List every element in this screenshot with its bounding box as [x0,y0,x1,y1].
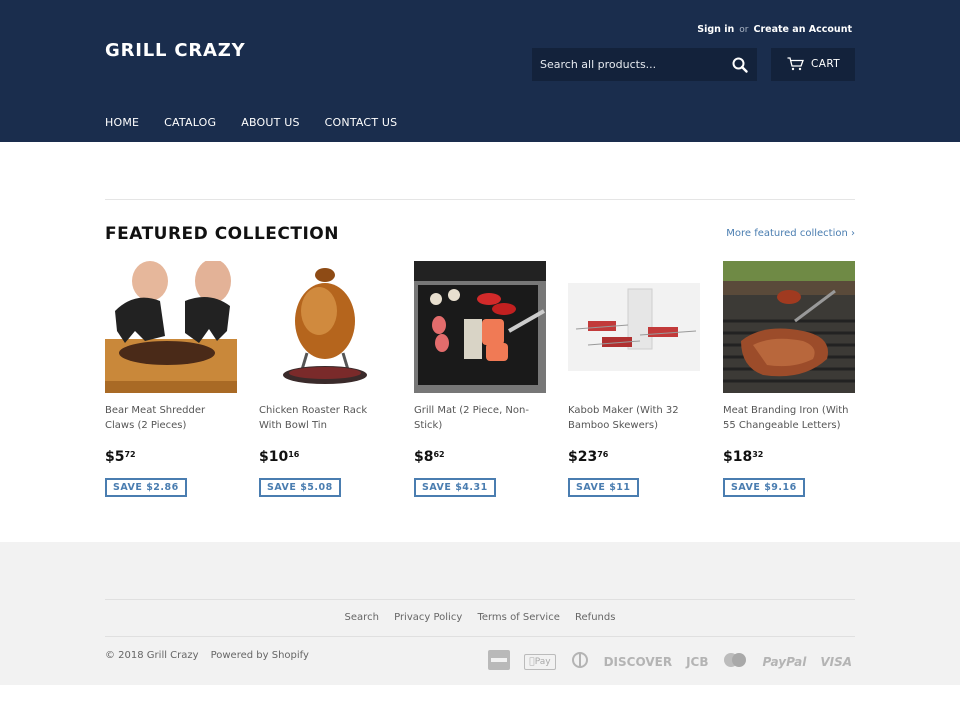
section-divider [105,199,855,200]
save-badge: SAVE $4.31 [414,478,496,497]
footer-link-search[interactable]: Search [345,612,379,623]
main-nav: HOME CATALOG ABOUT US CONTACT US [105,116,422,129]
product-name[interactable]: Kabob Maker (With 32 Bamboo Skewers) [568,403,700,435]
product-card[interactable]: Grill Mat (2 Piece, Non-Stick) $862 SAVE… [414,261,546,497]
site-logo[interactable]: GRILL CRAZY [105,40,245,61]
discover-icon: DISCOVER [603,654,673,669]
featured-collection-title: FEATURED COLLECTION [105,224,339,244]
create-account-link[interactable]: Create an Account [754,24,853,35]
site-header: GRILL CRAZY Sign in or Create an Account C… [0,0,960,142]
site-footer: Search Privacy Policy Terms of Service R… [0,542,960,685]
product-image-chicken-roaster[interactable] [259,261,391,393]
product-price: $1016 [259,449,300,465]
search-form [532,48,757,81]
product-image-kabob-maker[interactable] [568,261,700,393]
footer-divider [105,599,855,600]
save-badge: SAVE $2.86 [105,478,187,497]
save-badge: SAVE $5.08 [259,478,341,497]
apple-pay-icon: Pay [524,653,556,670]
nav-about-us[interactable]: ABOUT US [241,116,299,129]
product-image-grill-mat[interactable] [414,261,546,393]
product-price: $1832 [723,449,764,465]
product-name[interactable]: Bear Meat Shredder Claws (2 Pieces) [105,403,237,435]
product-price: $572 [105,449,136,465]
paypal-icon: PayPal [762,654,807,669]
product-price: $862 [414,449,445,465]
search-input[interactable] [532,48,722,81]
product-card[interactable]: Meat Branding Iron (With 55 Changeable L… [723,261,855,497]
more-featured-link[interactable]: More featured collection › [726,228,855,239]
save-badge: SAVE $11 [568,478,639,497]
cart-label: CART [811,58,841,70]
powered-by-link[interactable]: Powered by Shopify [211,650,309,661]
search-icon[interactable] [731,56,749,74]
product-card[interactable]: Kabob Maker (With 32 Bamboo Skewers) $23… [568,261,700,497]
product-name[interactable]: Meat Branding Iron (With 55 Changeable L… [723,403,855,435]
product-image-branding-iron[interactable] [723,261,855,393]
product-card[interactable]: Bear Meat Shredder Claws (2 Pieces) $572… [105,261,237,497]
footer-divider [105,636,855,637]
payment-icons: Pay DISCOVER JCB PayPal VISA [488,650,852,673]
nav-home[interactable]: HOME [105,116,139,129]
cart-icon [787,57,804,71]
product-name[interactable]: Chicken Roaster Rack With Bowl Tin [259,403,391,435]
copyright-text: © 2018 Grill Crazy [105,650,199,661]
sign-in-link[interactable]: Sign in [697,24,734,35]
footer-link-privacy[interactable]: Privacy Policy [394,612,462,623]
or-separator: or [739,25,749,35]
copyright: © 2018 Grill Crazy Powered by Shopify [105,650,309,661]
cart-button[interactable]: CART [771,48,855,81]
product-name[interactable]: Grill Mat (2 Piece, Non-Stick) [414,403,546,435]
diners-club-icon [570,652,590,671]
account-links: Sign in or Create an Account [697,24,852,35]
footer-link-terms[interactable]: Terms of Service [477,612,559,623]
nav-catalog[interactable]: CATALOG [164,116,216,129]
nav-contact-us[interactable]: CONTACT US [325,116,398,129]
product-image-bear-claws[interactable] [105,261,237,393]
jcb-icon: JCB [686,654,709,669]
visa-icon: VISA [820,654,852,669]
master-icon [722,652,748,671]
product-card[interactable]: Chicken Roaster Rack With Bowl Tin $1016… [259,261,391,497]
product-price: $2376 [568,449,609,465]
footer-link-refunds[interactable]: Refunds [575,612,615,623]
footer-links: Search Privacy Policy Terms of Service R… [0,612,960,623]
american-express-icon [488,650,511,673]
save-badge: SAVE $9.16 [723,478,805,497]
product-grid: Bear Meat Shredder Claws (2 Pieces) $572… [105,261,855,501]
